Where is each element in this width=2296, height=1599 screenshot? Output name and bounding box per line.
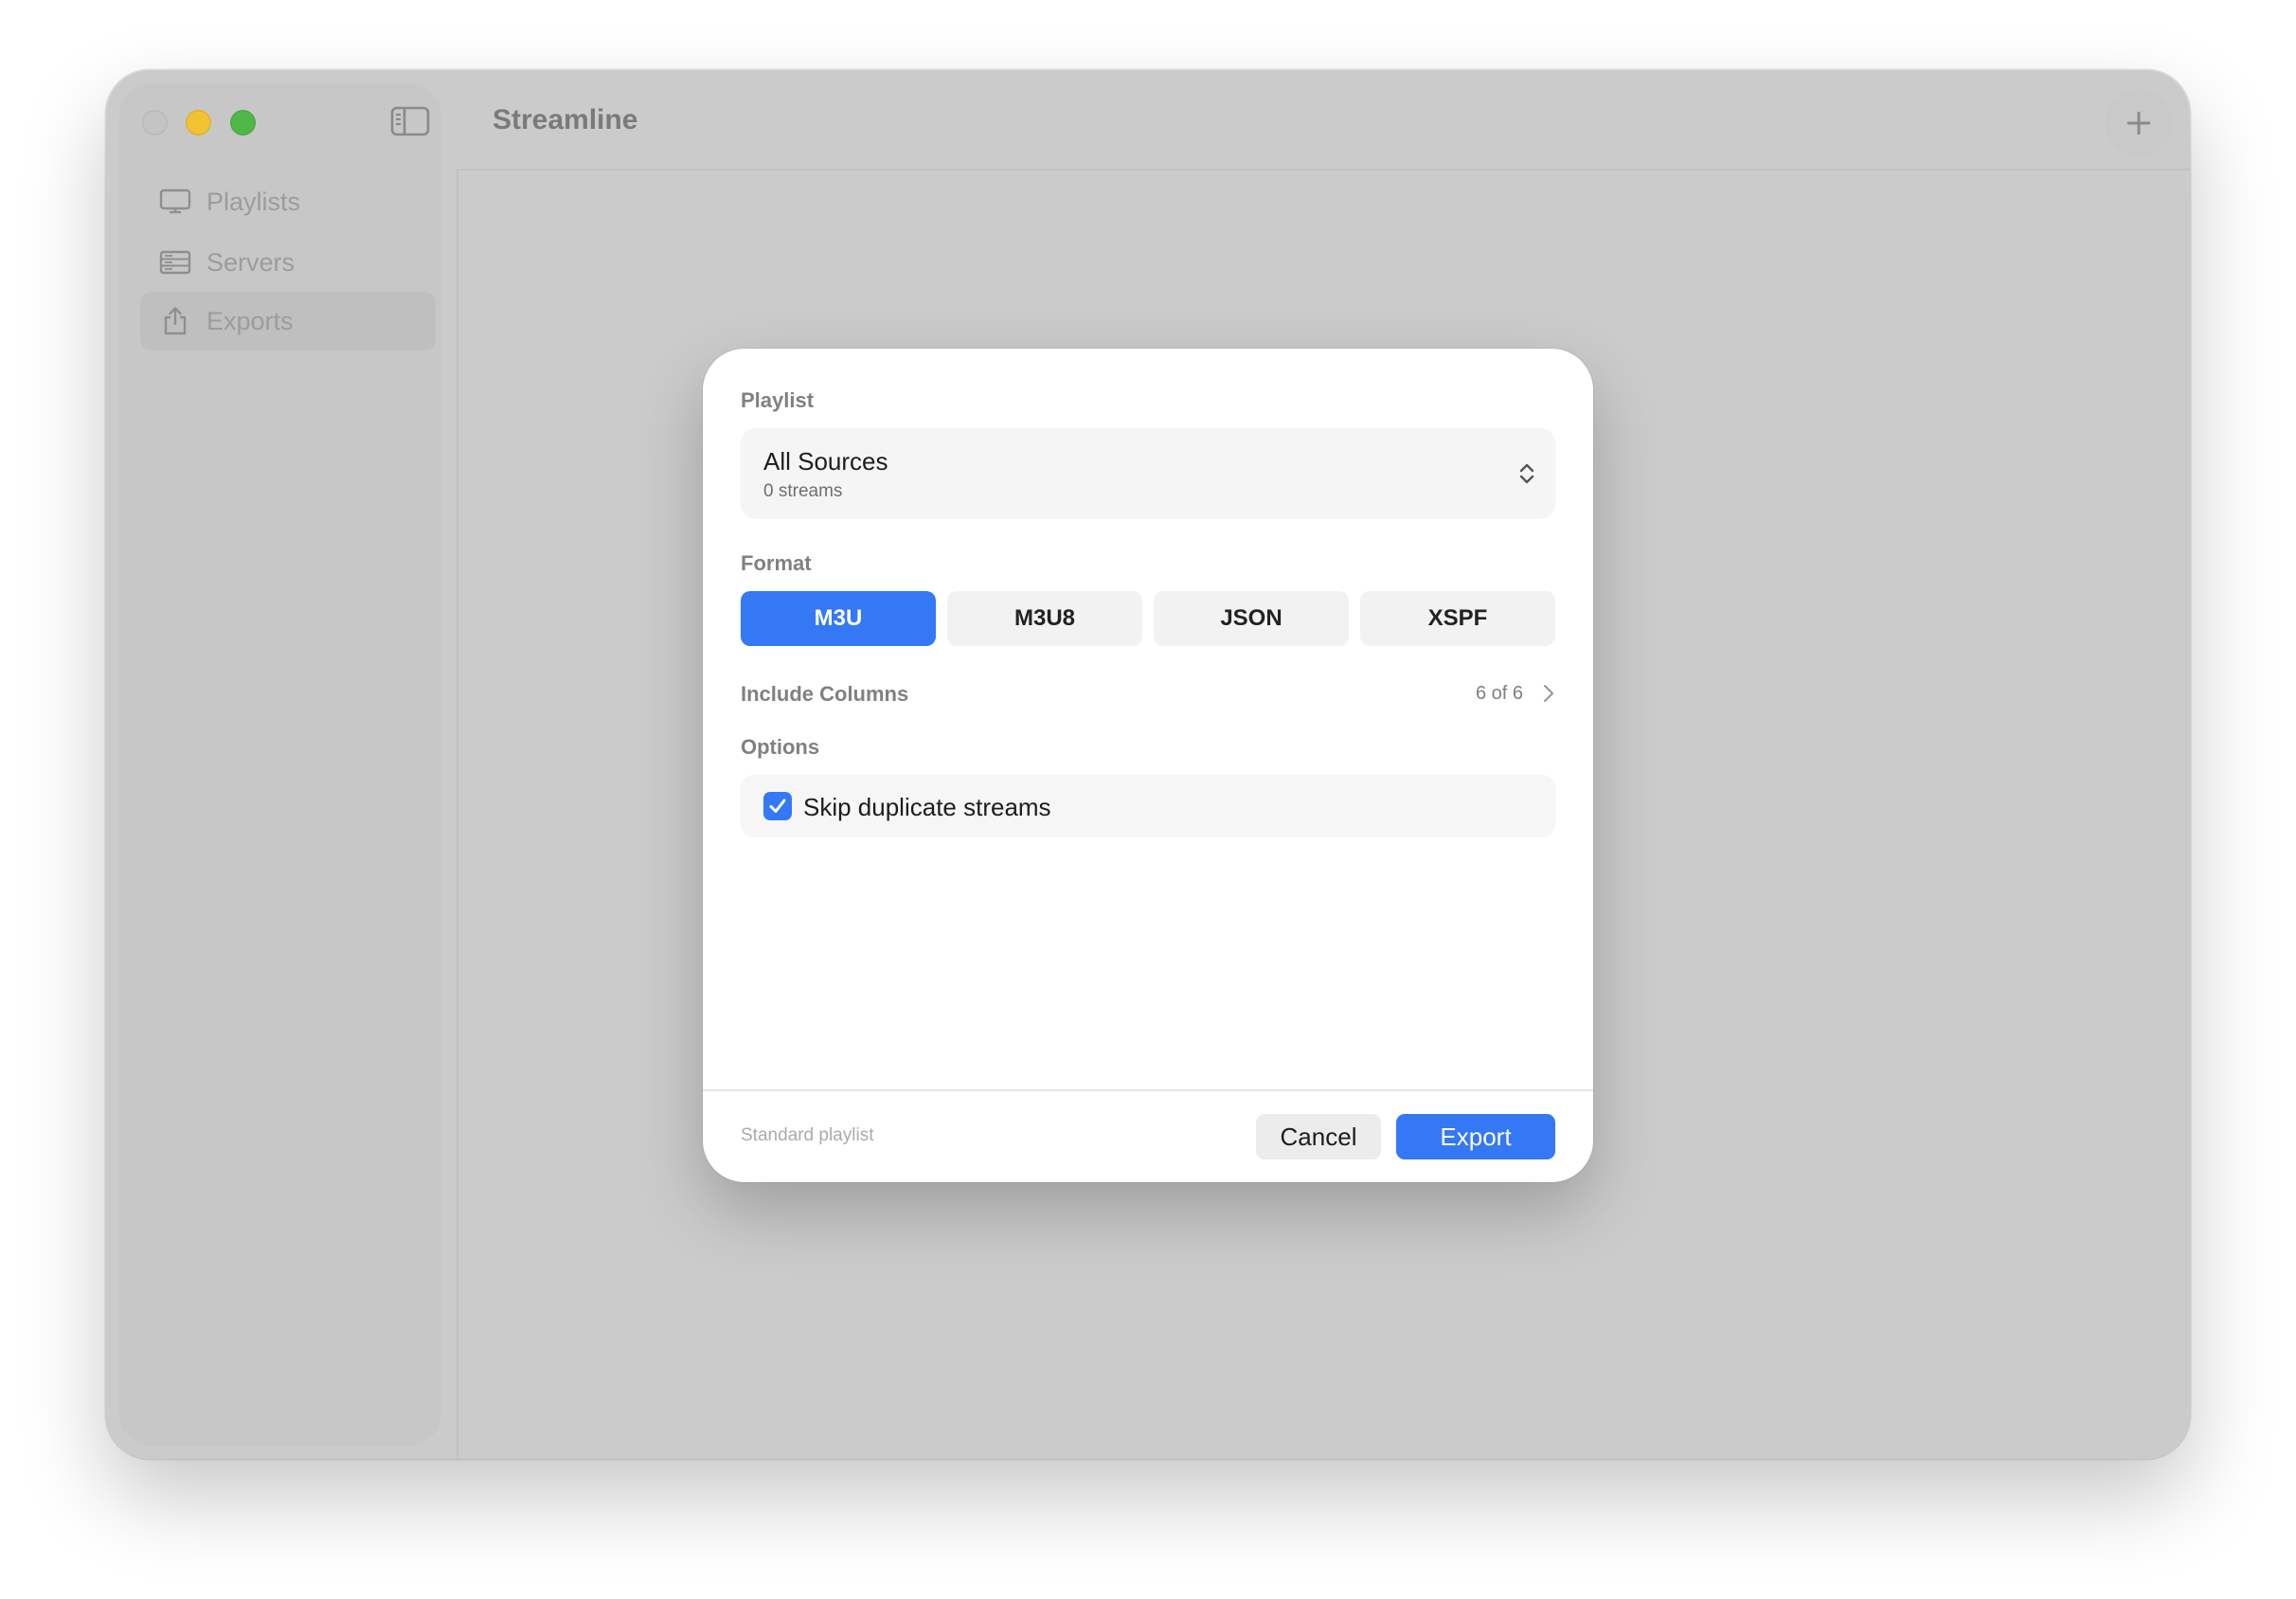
sidebar-item-label: Playlists (206, 187, 301, 216)
cancel-button[interactable]: Cancel (1256, 1114, 1381, 1159)
share-icon (159, 307, 191, 335)
sidebar-toggle-icon (390, 106, 430, 136)
options-section-label: Options (741, 735, 820, 759)
playlist-picker-title: All Sources (763, 447, 888, 476)
sidebar-toggle-button[interactable] (390, 106, 430, 136)
sidebar-item-label: Exports (206, 306, 294, 335)
include-columns-row[interactable]: Include Columns 6 of 6 (741, 674, 1555, 712)
skip-duplicates-checkbox[interactable] (763, 792, 792, 820)
monitor-icon (159, 188, 191, 216)
checkmark-icon (769, 799, 786, 813)
chevron-right-icon (1543, 684, 1554, 703)
server-icon (159, 248, 191, 277)
export-dialog: Playlist All Sources 0 streams Format M3… (703, 349, 1593, 1182)
include-columns-label: Include Columns (741, 682, 909, 706)
window-title: Streamline (493, 104, 638, 135)
skip-duplicates-option[interactable]: Skip duplicate streams (741, 775, 1555, 837)
sidebar-divider (457, 169, 458, 1459)
close-window-button[interactable] (142, 110, 168, 135)
add-button[interactable] (2107, 91, 2171, 155)
dialog-footer-divider (703, 1089, 1593, 1091)
format-option-json[interactable]: JSON (1154, 591, 1349, 646)
chevron-up-down-icon (1519, 463, 1534, 484)
plus-icon (2127, 112, 2150, 135)
playlist-picker-subtitle: 0 streams (763, 481, 843, 501)
include-columns-count: 6 of 6 (1475, 683, 1523, 704)
format-section-label: Format (741, 551, 812, 575)
export-button[interactable]: Export (1396, 1114, 1555, 1159)
format-option-xspf[interactable]: XSPF (1360, 591, 1555, 646)
format-description: Standard playlist (741, 1125, 874, 1145)
toolbar-divider (458, 169, 2190, 171)
minimize-window-button[interactable] (186, 110, 211, 135)
playlist-section-label: Playlist (741, 388, 815, 412)
sidebar-item-label: Servers (206, 247, 296, 277)
sidebar-item-servers[interactable]: Servers (140, 233, 436, 292)
sidebar-item-playlists[interactable]: Playlists (140, 172, 436, 231)
sidebar-item-exports[interactable]: Exports (140, 292, 436, 350)
format-option-m3u8[interactable]: M3U8 (947, 591, 1142, 646)
skip-duplicates-label: Skip duplicate streams (803, 793, 1051, 821)
maximize-window-button[interactable] (230, 110, 256, 135)
format-option-m3u[interactable]: M3U (741, 591, 936, 646)
playlist-picker[interactable]: All Sources 0 streams (741, 428, 1555, 519)
